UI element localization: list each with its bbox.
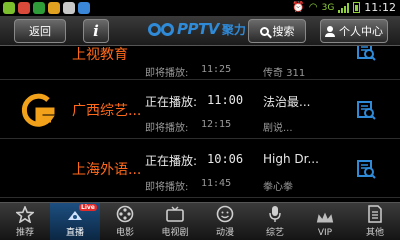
tab-label: VIP xyxy=(317,228,333,238)
tab-variety[interactable]: 综艺 xyxy=(250,203,300,240)
notification-app-icon xyxy=(18,2,30,14)
app-header: 返回 i PPTV 聚力 直播 搜索 个人中心 xyxy=(0,16,400,46)
clock: 11:12 xyxy=(364,1,396,14)
tab-label: 动漫 xyxy=(215,228,234,238)
wifi-icon: ◠ xyxy=(308,2,318,13)
next-time: 12:15 xyxy=(201,119,232,130)
channel-row[interactable]: 广西综艺... 正在播放: 11:00 法治最... 即将播放: 12:15 剧… xyxy=(0,81,400,139)
document-icon xyxy=(365,205,385,223)
now-program: High Dr... xyxy=(263,152,319,166)
channel-row[interactable]: 上海外语... 正在播放: 10:06 High Dr... 即将播放: 11:… xyxy=(0,140,400,198)
live-badge: Live xyxy=(79,204,97,211)
crown-icon xyxy=(315,208,335,226)
tab-label: 推荐 xyxy=(15,228,34,238)
epg-list-icon[interactable] xyxy=(355,99,377,121)
film-reel-icon xyxy=(115,205,135,223)
logo-text: PPTV xyxy=(177,20,219,38)
user-icon xyxy=(325,25,335,37)
tv-icon xyxy=(165,205,185,223)
smiley-icon xyxy=(215,205,235,223)
tab-label: 其他 xyxy=(365,228,384,238)
tab-label: 综艺 xyxy=(265,228,284,238)
channel-name: 广西综艺... xyxy=(72,103,142,119)
channel-logo-icon xyxy=(21,93,55,127)
next-label: 即将播放: xyxy=(145,182,189,193)
tab-tv-series[interactable]: 电视剧 xyxy=(150,203,200,240)
next-program: 传奇 311 xyxy=(263,68,306,79)
search-label: 搜索 xyxy=(272,25,295,38)
notification-app-icon xyxy=(63,2,75,14)
channel-row[interactable]: 上视教育 即将播放: 11:25 传奇 311 xyxy=(0,46,400,80)
epg-list-icon[interactable] xyxy=(355,46,377,62)
now-label: 正在播放: xyxy=(145,95,198,109)
next-program: 拳心拳 xyxy=(263,182,293,193)
signal-icon xyxy=(338,2,350,13)
notification-icons xyxy=(3,2,90,14)
now-time: 11:00 xyxy=(207,93,244,107)
tab-recommend[interactable]: 推荐 xyxy=(0,203,50,240)
next-label: 即将播放: xyxy=(145,123,189,134)
search-icon xyxy=(259,26,269,36)
alarm-icon: ⏰ xyxy=(292,2,305,13)
tab-vip[interactable]: VIP xyxy=(300,203,350,240)
epg-list-icon[interactable] xyxy=(355,158,377,180)
bottom-tab-bar: 推荐 Live 直播 电影 电视剧 动漫 综艺 VIP 其他 xyxy=(0,202,400,240)
battery-icon xyxy=(353,2,361,13)
search-button[interactable]: 搜索 xyxy=(248,19,306,43)
tab-label: 电影 xyxy=(115,228,134,238)
next-time: 11:45 xyxy=(201,178,232,189)
tab-live[interactable]: Live 直播 xyxy=(50,203,100,240)
microphone-icon xyxy=(265,205,285,223)
tab-label: 直播 xyxy=(65,228,84,238)
tab-other[interactable]: 其他 xyxy=(350,203,400,240)
channel-list[interactable]: 上视教育 即将播放: 11:25 传奇 311 广西综艺... 正在播放: 11… xyxy=(0,46,400,202)
back-button[interactable]: 返回 xyxy=(14,19,66,43)
now-label: 正在播放: xyxy=(145,154,198,168)
network-type: 3G xyxy=(321,2,335,13)
channel-name: 上海外语... xyxy=(72,162,142,178)
star-icon xyxy=(15,205,35,223)
tab-anime[interactable]: 动漫 xyxy=(200,203,250,240)
status-bar: ⏰ ◠ 3G 11:12 xyxy=(0,0,400,16)
next-time: 11:25 xyxy=(201,64,232,75)
tab-label: 电视剧 xyxy=(161,228,189,238)
next-program: 剧说... xyxy=(263,123,293,134)
now-time: 10:06 xyxy=(207,152,244,166)
pp-logo-icon xyxy=(148,22,174,36)
notification-app-icon xyxy=(78,2,90,14)
notification-app-icon xyxy=(3,2,15,14)
next-label: 即将播放: xyxy=(145,68,189,79)
logo-suffix: 聚力 xyxy=(221,22,246,37)
user-center-button[interactable]: 个人中心 xyxy=(320,19,388,43)
channel-name: 上视教育 xyxy=(72,47,128,63)
notification-app-icon xyxy=(33,2,45,14)
notification-app-icon xyxy=(48,2,60,14)
user-center-label: 个人中心 xyxy=(339,25,383,38)
tab-movie[interactable]: 电影 xyxy=(100,203,150,240)
info-button[interactable]: i xyxy=(83,19,109,43)
now-program: 法治最... xyxy=(263,95,311,109)
